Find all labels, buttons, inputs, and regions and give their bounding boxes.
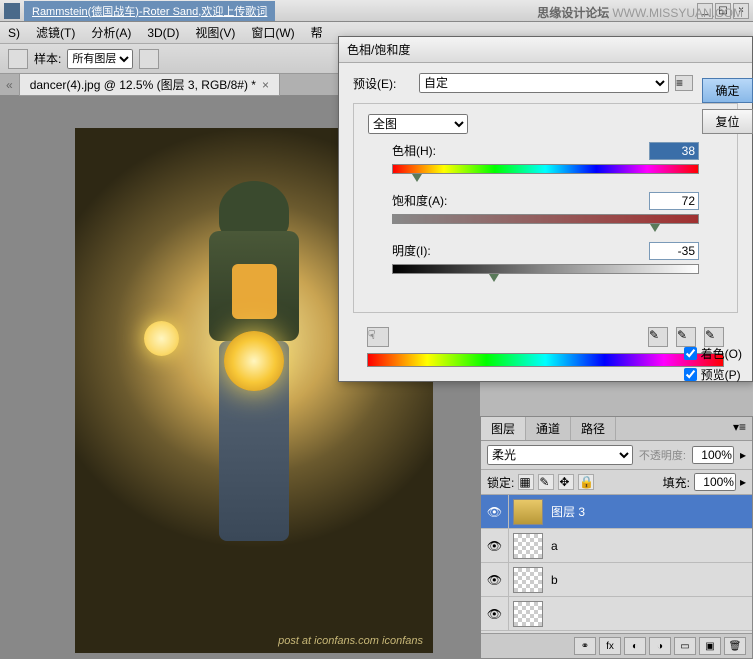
layers-footer: ⚭ fx ◐ ◑ ▭ ▣ 🗑 xyxy=(481,633,752,658)
hue-slider[interactable] xyxy=(392,164,699,174)
sample-label: 样本: xyxy=(34,50,61,67)
layer-thumb[interactable] xyxy=(513,567,543,593)
lightness-input[interactable] xyxy=(649,242,699,260)
menu-3d[interactable]: 3D(D) xyxy=(147,26,179,40)
opt-icon[interactable] xyxy=(139,49,159,69)
glow-orb-small xyxy=(144,321,179,356)
tool-preset-icon[interactable] xyxy=(8,49,28,69)
tab-paths[interactable]: 路径 xyxy=(571,417,616,440)
lock-all-icon[interactable]: 🔒 xyxy=(578,474,594,490)
tab-layers[interactable]: 图层 xyxy=(481,417,526,440)
dancer-figure xyxy=(164,181,344,601)
layer-mask-icon[interactable]: ◐ xyxy=(624,637,646,655)
glow-orb-large xyxy=(224,331,284,391)
preset-menu-icon[interactable]: ≡ xyxy=(675,75,693,91)
layer-fx-icon[interactable]: fx xyxy=(599,637,621,655)
dialog-title[interactable]: 色相/饱和度 xyxy=(339,37,752,63)
panel-menu-icon[interactable]: ▾≡ xyxy=(727,417,752,440)
tab-close-icon[interactable]: × xyxy=(262,78,269,92)
link-layers-icon[interactable]: ⚭ xyxy=(574,637,596,655)
document-tab-label: dancer(4).jpg @ 12.5% (图层 3, RGB/8#) * xyxy=(30,76,256,93)
hue-input[interactable] xyxy=(649,142,699,160)
group-icon[interactable]: ▭ xyxy=(674,637,696,655)
new-layer-icon[interactable]: ▣ xyxy=(699,637,721,655)
opacity-arrow-icon[interactable]: ▸ xyxy=(740,448,746,462)
taskbar-title[interactable]: Rammstein(德国战车)-Roter Sand,欢迎上传歌词 xyxy=(24,1,275,21)
menu-analysis[interactable]: 分析(A) xyxy=(91,24,131,41)
layer-thumb[interactable] xyxy=(513,533,543,559)
layer-row[interactable]: 👁 图层 3 xyxy=(481,495,752,529)
slider-group: 全图 色相(H): 饱和度(A): xyxy=(353,103,738,313)
visibility-icon[interactable]: 👁 xyxy=(481,495,509,528)
layer-thumb[interactable] xyxy=(513,601,543,627)
scrubby-icon[interactable]: ☟ xyxy=(367,327,389,347)
layers-panel: 图层 通道 路径 ▾≡ 柔光 不透明度: ▸ 锁定: ▦ ✎ ✥ 🔒 填充: ▸… xyxy=(480,416,753,659)
preset-select[interactable]: 自定 xyxy=(419,73,669,93)
opacity-label: 不透明度: xyxy=(639,447,686,463)
lock-position-icon[interactable]: ✥ xyxy=(558,474,574,490)
dialog-buttons: 确定 复位 xyxy=(702,78,753,134)
watermark: 思缘设计论坛 WWW.MISSYUAN.COM xyxy=(537,4,743,21)
layer-list: 👁 图层 3 👁 a 👁 b 👁 xyxy=(481,495,752,633)
fill-input[interactable] xyxy=(694,473,736,491)
ok-button[interactable]: 确定 xyxy=(702,78,753,103)
layer-thumb[interactable] xyxy=(513,499,543,525)
layer-name[interactable]: a xyxy=(547,539,752,553)
saturation-input[interactable] xyxy=(649,192,699,210)
menu-help[interactable]: 帮 xyxy=(311,24,323,41)
menu-s[interactable]: S) xyxy=(8,26,20,40)
lightness-label: 明度(I): xyxy=(392,242,431,260)
doctab-prev-icon[interactable]: « xyxy=(6,78,13,92)
layer-row[interactable]: 👁 xyxy=(481,597,752,631)
layer-name[interactable]: b xyxy=(547,573,752,587)
hue-saturation-dialog: 色相/饱和度 预设(E): 自定 ≡ 全图 色相(H): xyxy=(338,36,753,382)
lightness-slider[interactable] xyxy=(392,264,699,274)
menu-view[interactable]: 视图(V) xyxy=(195,24,235,41)
visibility-icon[interactable]: 👁 xyxy=(481,529,509,562)
blend-mode-select[interactable]: 柔光 xyxy=(487,445,633,465)
lock-label: 锁定: xyxy=(487,474,514,491)
visibility-icon[interactable]: 👁 xyxy=(481,563,509,596)
eyedropper-sub-icon[interactable]: ✎ xyxy=(704,327,724,347)
tab-channels[interactable]: 通道 xyxy=(526,417,571,440)
preset-label: 预设(E): xyxy=(353,75,413,92)
app-icon xyxy=(4,3,20,19)
sample-select[interactable]: 所有图层 xyxy=(67,49,133,69)
layer-name[interactable]: 图层 3 xyxy=(547,503,752,520)
lock-transparent-icon[interactable]: ▦ xyxy=(518,474,534,490)
opacity-input[interactable] xyxy=(692,446,734,464)
delete-layer-icon[interactable]: 🗑 xyxy=(724,637,746,655)
preview-checkbox[interactable]: 预览(P) xyxy=(684,366,742,383)
visibility-icon[interactable]: 👁 xyxy=(481,597,509,630)
fill-arrow-icon[interactable]: ▸ xyxy=(740,475,746,489)
hue-strip xyxy=(367,353,724,367)
layer-row[interactable]: 👁 b xyxy=(481,563,752,597)
layer-row[interactable]: 👁 a xyxy=(481,529,752,563)
fill-label: 填充: xyxy=(663,474,690,491)
colorize-checkbox[interactable]: 着色(O) xyxy=(684,345,742,362)
menu-window[interactable]: 窗口(W) xyxy=(251,24,294,41)
saturation-slider[interactable] xyxy=(392,214,699,224)
lock-pixels-icon[interactable]: ✎ xyxy=(538,474,554,490)
hue-label: 色相(H): xyxy=(392,142,436,160)
range-select[interactable]: 全图 xyxy=(368,114,468,134)
eyedropper-icon[interactable]: ✎ xyxy=(648,327,668,347)
image-credit: post at iconfans.com iconfans xyxy=(278,635,423,647)
reset-button[interactable]: 复位 xyxy=(702,109,753,134)
saturation-label: 饱和度(A): xyxy=(392,192,447,210)
eyedropper-add-icon[interactable]: ✎ xyxy=(676,327,696,347)
document-tab[interactable]: dancer(4).jpg @ 12.5% (图层 3, RGB/8#) * × xyxy=(19,73,280,96)
adjustment-layer-icon[interactable]: ◑ xyxy=(649,637,671,655)
menu-filter[interactable]: 滤镜(T) xyxy=(36,24,75,41)
